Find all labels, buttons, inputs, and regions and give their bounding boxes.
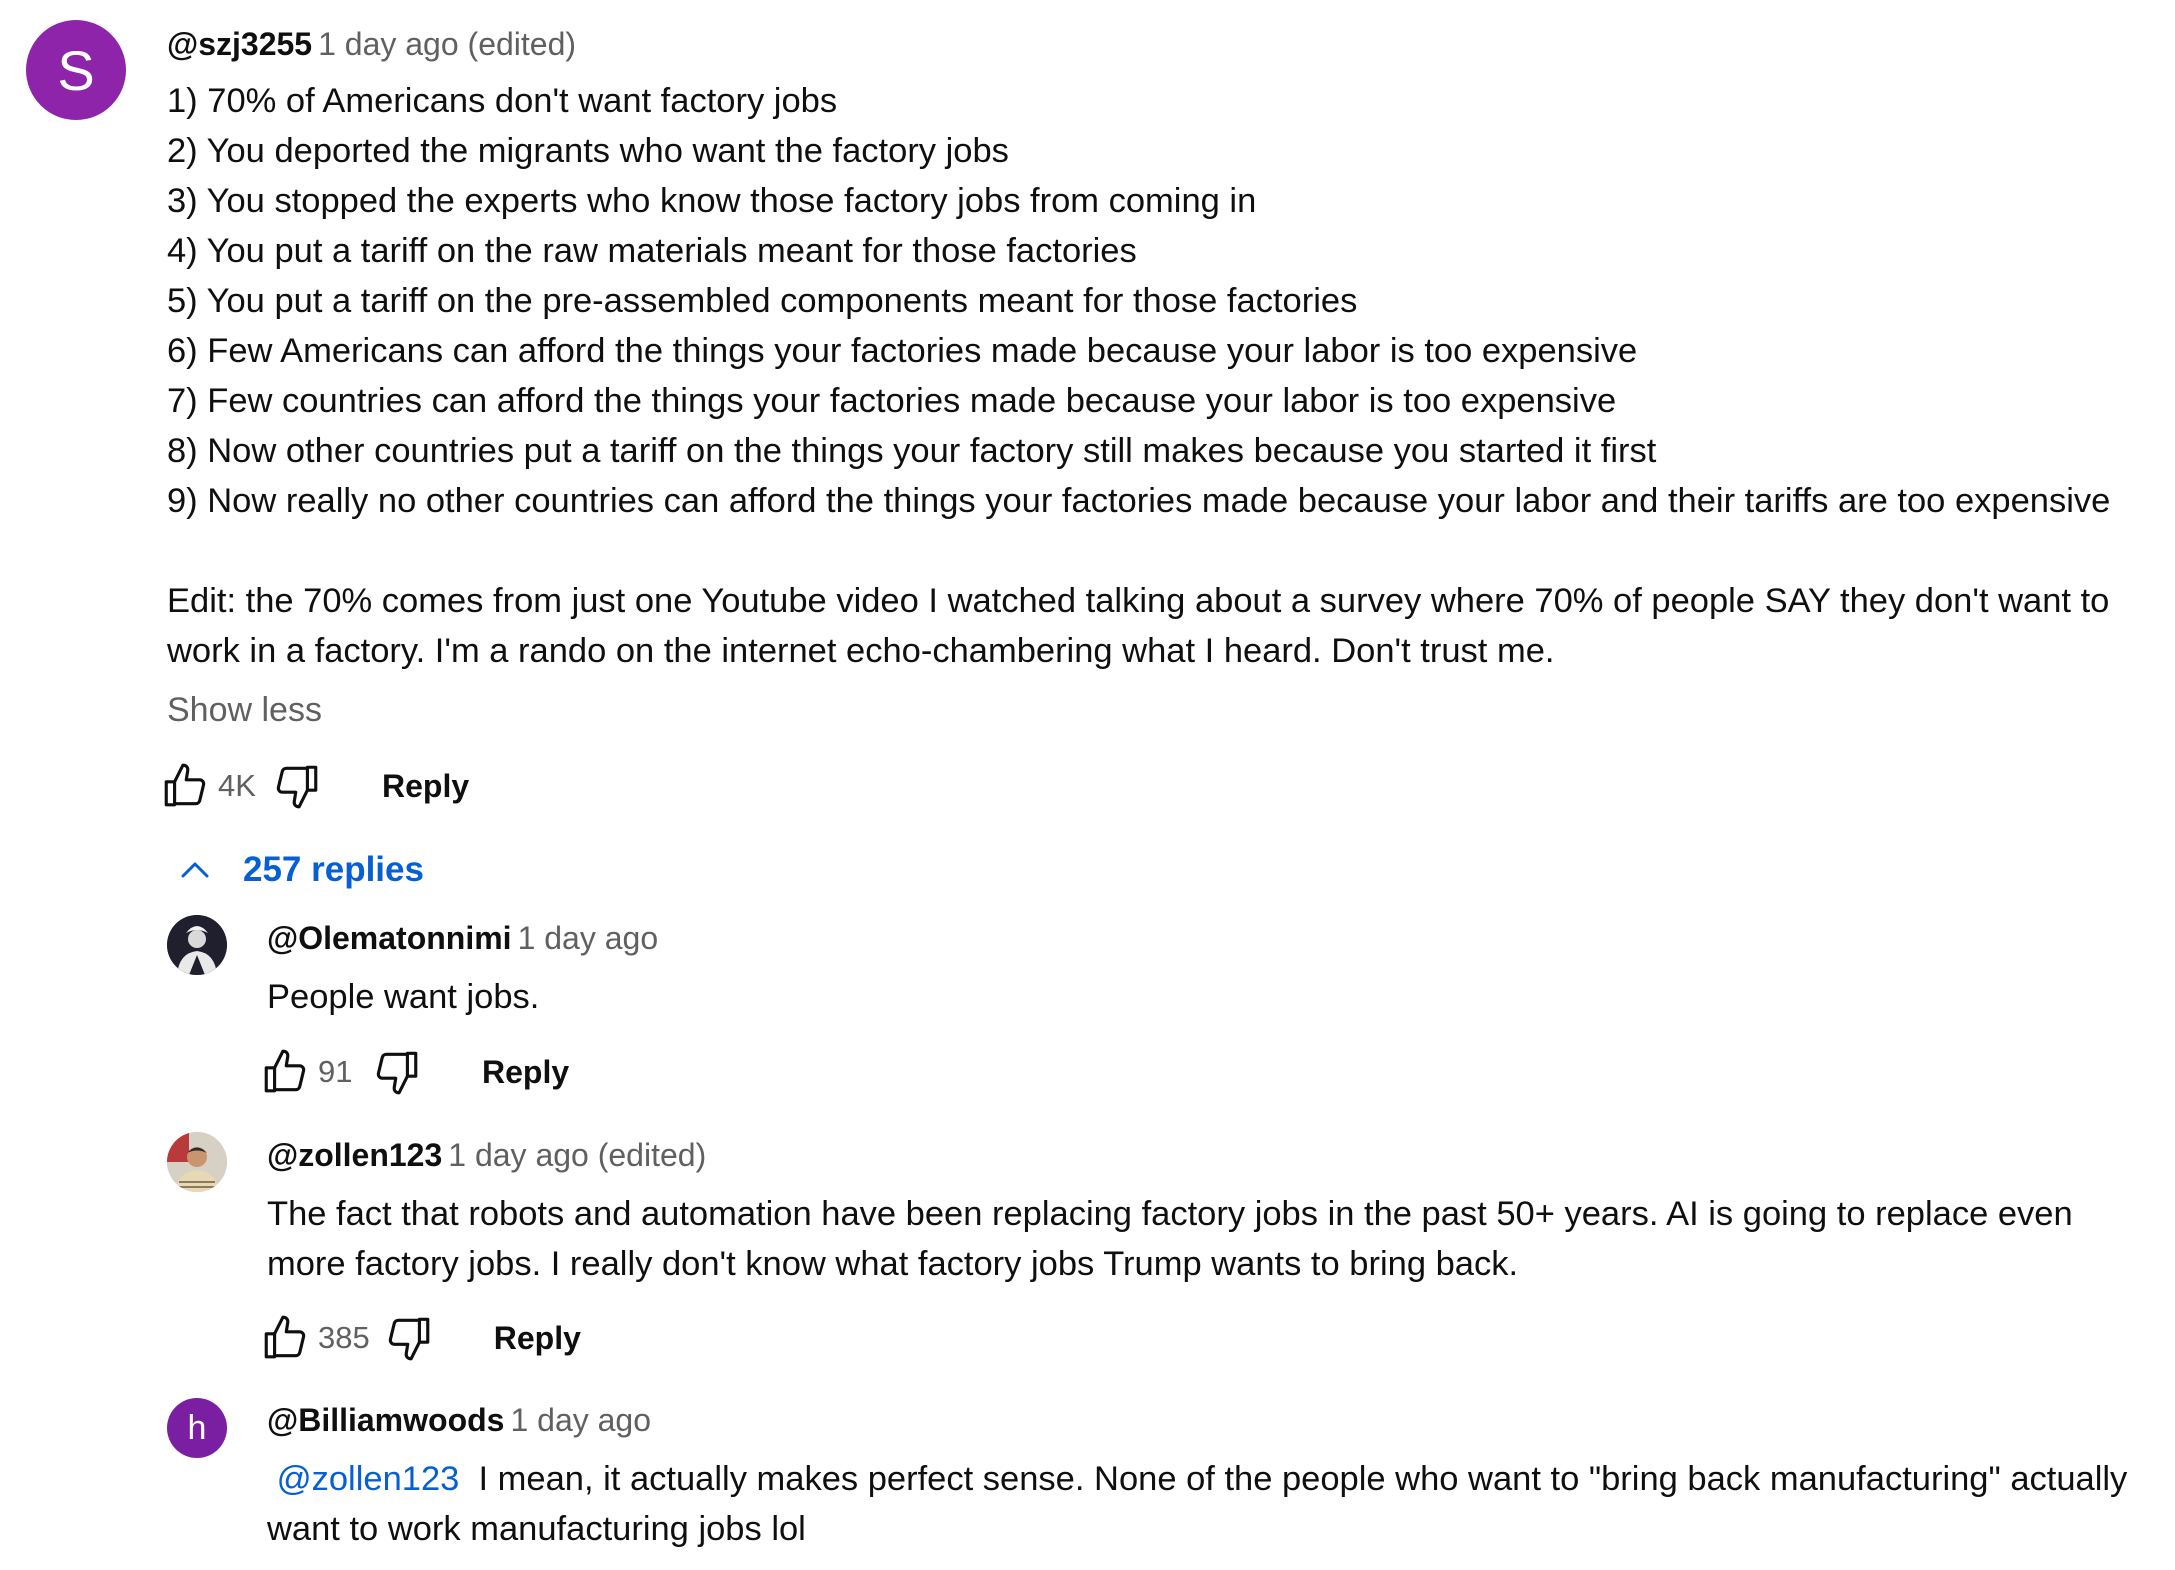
reply-line: @zollen123 I mean, it actually makes per… (267, 1454, 2128, 1504)
author-handle[interactable]: @zollen123 (267, 1137, 442, 1173)
comment-body: 1) 70% of Americans don't want factory j… (167, 76, 2110, 676)
like-count: 385 (318, 1320, 370, 1355)
author-handle[interactable]: @Olematonnimi (267, 920, 512, 956)
comment-line: 4) You put a tariff on the raw materials… (167, 232, 1137, 270)
comment-line: 8) Now other countries put a tariff on t… (167, 432, 1657, 470)
reply-button[interactable]: Reply (482, 1054, 569, 1091)
reply-header: @Billiamwoods 1 day ago (267, 1400, 651, 1440)
thumbs-up-icon (264, 1315, 306, 1359)
reply-text: I mean, it actually makes perfect sense.… (478, 1460, 2128, 1498)
reply-line: The fact that robots and automation have… (267, 1195, 2073, 1233)
comment-line: 5) You put a tariff on the pre-assembled… (167, 282, 1358, 320)
comment-line: Edit: the 70% comes from just one Youtub… (167, 582, 2110, 620)
reply-timestamp[interactable]: 1 day ago (edited) (448, 1137, 706, 1173)
show-less-button[interactable]: Show less (167, 690, 322, 730)
like-button[interactable] (158, 759, 212, 813)
reply-body: @zollen123 I mean, it actually makes per… (267, 1454, 2127, 1554)
thumbs-down-icon (376, 1051, 418, 1095)
reply-timestamp[interactable]: 1 day ago (510, 1402, 651, 1438)
reply-line: want to work manufacturing jobs lol (267, 1510, 806, 1548)
comment-line: 9) Now really no other countries can aff… (167, 482, 2111, 520)
thumbs-down-icon (276, 765, 318, 809)
comment-actions: 4K Reply (158, 758, 469, 814)
reply-button[interactable]: Reply (382, 768, 469, 805)
thumbs-up-icon (264, 1049, 306, 1093)
avatar[interactable] (167, 915, 227, 975)
reply-line: People want jobs. (267, 978, 540, 1016)
avatar[interactable]: h (167, 1398, 227, 1458)
reply-header: @Olematonnimi 1 day ago (267, 918, 658, 958)
reply-header: @zollen123 1 day ago (edited) (267, 1135, 706, 1175)
avatar[interactable] (167, 1132, 227, 1192)
thumbs-up-icon (164, 763, 206, 807)
reply-actions: 91 Reply (258, 1044, 569, 1100)
reply-body: People want jobs. (267, 972, 539, 1022)
comment-line: 2) You deported the migrants who want th… (167, 132, 1009, 170)
replies-toggle-button[interactable]: 257 replies (175, 850, 424, 890)
author-handle[interactable]: @szj3255 (167, 26, 312, 62)
dislike-button[interactable] (370, 1045, 424, 1099)
comment-line: 7) Few countries can afford the things y… (167, 382, 1617, 420)
avatar-image (167, 915, 227, 975)
like-button[interactable] (258, 1045, 312, 1099)
reply-body: The fact that robots and automation have… (267, 1189, 2073, 1289)
reply-line: more factory jobs. I really don't know w… (267, 1245, 1519, 1283)
avatar-letter: h (187, 1408, 207, 1447)
comment-thread: S @szj3255 1 day ago (edited) 1) 70% of A… (0, 0, 2175, 1570)
avatar-image (167, 1132, 227, 1192)
comment-blank-line (167, 526, 2110, 576)
dislike-button[interactable] (382, 1311, 436, 1365)
comment-header: @szj3255 1 day ago (edited) (167, 24, 576, 64)
comment-line: 6) Few Americans can afford the things y… (167, 332, 1638, 370)
chevron-up-icon (175, 850, 215, 890)
mention-link[interactable]: @zollen123 (277, 1460, 460, 1498)
like-button[interactable] (258, 1311, 312, 1365)
reply-timestamp[interactable]: 1 day ago (518, 920, 659, 956)
like-count: 91 (318, 1054, 353, 1089)
comment-line: 3) You stopped the experts who know thos… (167, 182, 1257, 220)
reply-button[interactable]: Reply (494, 1320, 581, 1357)
replies-count-label: 257 replies (243, 850, 424, 889)
comment-line: 1) 70% of Americans don't want factory j… (167, 82, 838, 120)
avatar[interactable]: S (26, 20, 126, 120)
author-handle[interactable]: @Billiamwoods (267, 1402, 504, 1438)
dislike-button[interactable] (270, 759, 324, 813)
avatar-letter: S (57, 38, 95, 102)
comment-line: work in a factory. I'm a rando on the in… (167, 632, 1555, 670)
comment-timestamp[interactable]: 1 day ago (edited) (318, 26, 576, 62)
reply-actions: 385 Reply (258, 1310, 581, 1366)
thumbs-down-icon (388, 1317, 430, 1361)
like-count: 4K (218, 768, 256, 803)
